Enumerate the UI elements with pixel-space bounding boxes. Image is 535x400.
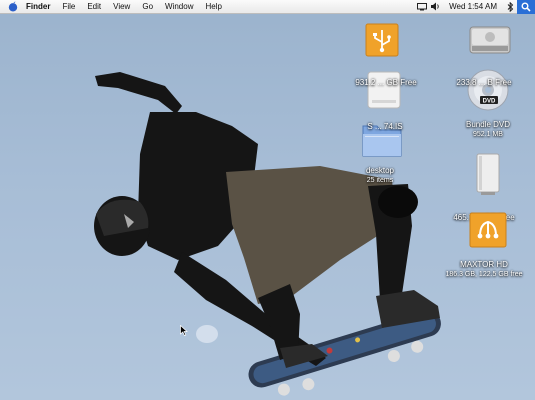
blue-folder-label: S ... 74.IS	[367, 122, 403, 131]
menu-help[interactable]: Help	[199, 0, 227, 14]
dvd-name-label: Bundle DVD 952.1 MB	[465, 120, 511, 138]
menu-edit[interactable]: Edit	[81, 0, 107, 14]
svg-text:DVD: DVD	[483, 99, 496, 105]
menu-go[interactable]: Go	[136, 0, 159, 14]
desktop-icon-dvd[interactable]: DVD	[446, 66, 530, 114]
dvd-disc-icon: DVD	[464, 66, 512, 114]
desktop-icon-desktop-folder[interactable]: desktop 25 items	[338, 166, 422, 185]
mouse-cursor-icon	[180, 323, 188, 341]
dvd-free-label: 233.8 ... B Free	[456, 78, 512, 87]
desktop-icon-internal-hd[interactable]	[448, 16, 532, 64]
firewire-drive-icon	[464, 206, 512, 254]
bluetooth-icon[interactable]	[503, 0, 517, 14]
desktop-icon-external-drive[interactable]	[446, 150, 530, 198]
internal-hard-drive-icon	[466, 16, 514, 64]
desktop-icon-maxtor-hd[interactable]	[446, 206, 530, 254]
menu-finder[interactable]: Finder	[22, 0, 56, 14]
white-drive-icon	[360, 66, 408, 114]
menu-clock[interactable]: Wed 1:54 AM	[443, 0, 503, 14]
menu-bar: Finder File Edit View Go Window Help Wed…	[0, 0, 535, 14]
maxtor-label: MAXTOR HD 186.3 GB, 122.5 GB free	[445, 260, 523, 278]
usb-drive-icon	[358, 16, 406, 64]
desktop-icon-white-drive[interactable]	[342, 66, 426, 114]
desktop-icon-usb-drive[interactable]	[340, 16, 424, 64]
display-icon[interactable]	[415, 0, 429, 14]
menu-file[interactable]: File	[56, 0, 81, 14]
volume-icon[interactable]	[429, 0, 443, 14]
external-drive-icon	[464, 150, 512, 198]
spotlight-icon[interactable]	[517, 0, 535, 14]
apple-menu-icon[interactable]	[4, 0, 22, 14]
menu-view[interactable]: View	[107, 0, 136, 14]
menu-window[interactable]: Window	[159, 0, 199, 14]
